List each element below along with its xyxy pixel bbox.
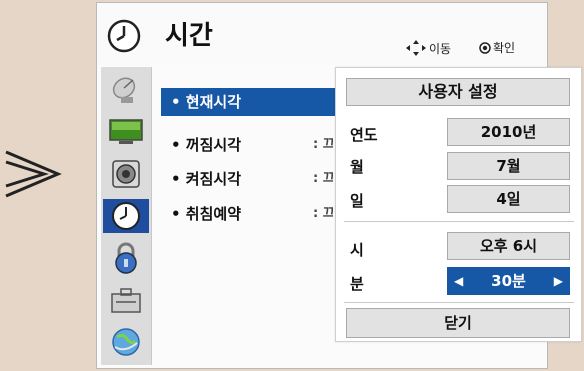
- menu-item-label: • 현재시각: [171, 93, 242, 111]
- chevron-right-icon: [5, 150, 62, 198]
- menu-item-value: : 끄: [313, 137, 333, 152]
- menu-item-on-time[interactable]: • 켜짐시각 : 끄: [161, 165, 341, 193]
- tv-screen-icon[interactable]: [108, 115, 144, 149]
- move-hint-label: 이동: [429, 41, 452, 56]
- year-label: 연도: [350, 126, 378, 144]
- hour-label: 시: [350, 241, 364, 259]
- arrow-right-icon[interactable]: ▶: [554, 268, 563, 294]
- menu-item-label: • 켜짐시각: [171, 170, 242, 188]
- hour-field[interactable]: 오후 6시: [447, 232, 570, 260]
- menu-item-label: • 취침예약: [171, 205, 242, 223]
- menu-item-label: • 꺼짐시각: [171, 136, 242, 154]
- menu-item-current-time[interactable]: • 현재시각: [161, 88, 341, 116]
- satellite-dish-icon[interactable]: [108, 73, 144, 107]
- menu-item-off-time[interactable]: • 꺼짐시각 : 끄: [161, 131, 341, 159]
- year-field[interactable]: 2010년: [447, 118, 570, 146]
- page-title: 시간: [165, 21, 213, 51]
- minute-value: 30분: [491, 272, 526, 290]
- day-field[interactable]: 4일: [447, 185, 570, 213]
- padlock-icon[interactable]: [108, 241, 144, 275]
- menu-item-value: : 끄: [313, 206, 333, 221]
- clock-icon: [107, 19, 141, 53]
- month-label: 월: [350, 158, 364, 176]
- minute-field[interactable]: ◀ 30분 ▶: [447, 267, 570, 295]
- minute-label: 분: [350, 275, 364, 293]
- month-field[interactable]: 7월: [447, 152, 570, 180]
- category-sidebar: [101, 67, 152, 365]
- user-setting-dialog: 사용자 설정 연도 2010년 월 7월 일 4일 시 오후 6시 분 ◀ 30…: [335, 67, 582, 342]
- divider: [344, 302, 574, 303]
- clock-icon[interactable]: [103, 199, 149, 233]
- ok-hint-label: 확인: [493, 41, 516, 55]
- ok-hint: 확인: [479, 39, 515, 56]
- speaker-icon[interactable]: [108, 157, 144, 191]
- move-hint: 이동: [405, 39, 451, 57]
- day-label: 일: [350, 192, 364, 210]
- arrow-left-icon[interactable]: ◀: [454, 268, 463, 294]
- panel-header: 시간 이동 확인: [97, 3, 547, 65]
- network-globe-icon[interactable]: [108, 325, 144, 359]
- toolbox-icon[interactable]: [108, 283, 144, 317]
- menu-item-sleep-timer[interactable]: • 취침예약 : 끄: [161, 200, 341, 228]
- ok-button-icon: [479, 41, 491, 54]
- close-button[interactable]: 닫기: [346, 308, 570, 338]
- dpad-icon: [406, 40, 426, 56]
- menu-item-value: : 끄: [313, 171, 333, 186]
- divider: [344, 221, 574, 222]
- dialog-title: 사용자 설정: [346, 78, 570, 106]
